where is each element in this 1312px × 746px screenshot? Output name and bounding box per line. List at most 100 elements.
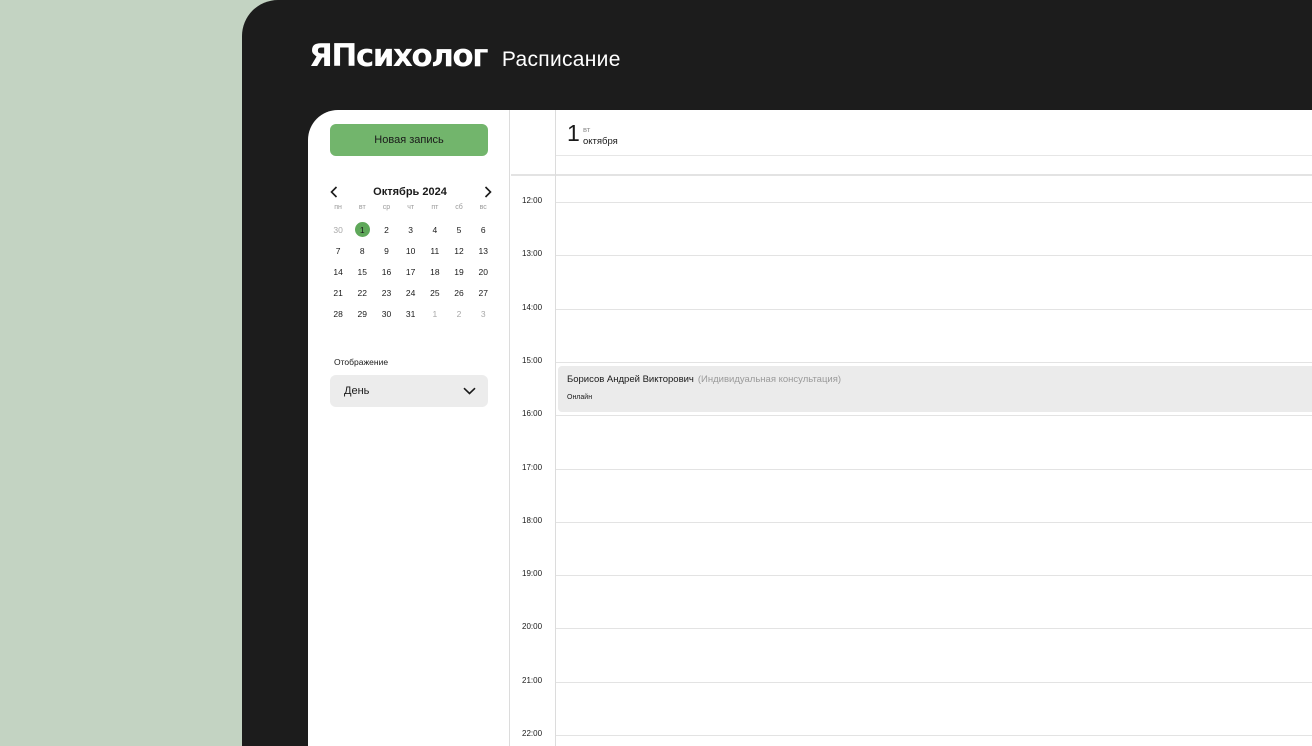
- hour-gridline: [556, 735, 1312, 736]
- calendar-day-number: 20: [478, 266, 488, 277]
- calendar-day[interactable]: 5: [447, 219, 471, 240]
- event-format: Онлайн: [567, 394, 593, 401]
- calendar-day-number: 22: [357, 287, 368, 298]
- sidebar: Новая запись Октябрь 2024 пн вт ср чт пт сб вс…: [308, 110, 510, 746]
- calendar-day[interactable]: 6: [471, 219, 495, 240]
- calendar-day[interactable]: 24: [399, 282, 423, 303]
- hour-gridline: [556, 628, 1312, 629]
- day-weekday: вт: [583, 125, 591, 134]
- calendar-day[interactable]: 7: [326, 240, 350, 261]
- calendar-day-number: 10: [405, 245, 416, 256]
- calendar-day[interactable]: 2: [374, 219, 398, 240]
- calendar-day-number: 14: [333, 266, 343, 277]
- view-mode-value: День: [344, 385, 370, 397]
- new-appointment-button[interactable]: Новая запись: [330, 124, 488, 156]
- app-window: ЯПсихолог Расписание Новая запись Октябр…: [242, 0, 1312, 746]
- calendar-day-number: 4: [432, 224, 438, 235]
- calendar-day-number: 13: [478, 245, 488, 256]
- calendar-day[interactable]: 30: [326, 219, 350, 240]
- calendar-day[interactable]: 1: [423, 303, 447, 324]
- calendar-month: Октябрь 2024: [373, 186, 447, 198]
- calendar-day[interactable]: 14: [326, 261, 350, 282]
- calendar-day-number: 5: [456, 224, 462, 235]
- hour-label: 16:00: [522, 409, 543, 418]
- view-mode-select[interactable]: День: [330, 375, 488, 407]
- hour-label: 19:00: [522, 569, 543, 578]
- calendar-day-number: 21: [333, 287, 343, 298]
- calendar-day[interactable]: 13: [471, 240, 495, 261]
- calendar-day[interactable]: 16: [374, 261, 398, 282]
- calendar-day[interactable]: 3: [399, 219, 423, 240]
- calendar-day-number: 29: [357, 308, 368, 319]
- calendar-day[interactable]: 25: [423, 282, 447, 303]
- hour-gridline: [556, 415, 1312, 416]
- calendar-day-selected[interactable]: 1: [350, 219, 374, 240]
- calendar-day[interactable]: 28: [326, 303, 350, 324]
- app-logo[interactable]: ЯПсихолог: [309, 38, 488, 74]
- calendar-day-number: 17: [405, 266, 416, 277]
- hour-gridline: [556, 202, 1312, 203]
- calendar-day-number: 7: [335, 245, 341, 256]
- hour-label: 18:00: [522, 516, 543, 525]
- calendar-day-number: 31: [405, 308, 416, 319]
- calendar-day[interactable]: 3: [471, 303, 495, 324]
- weekday-label: сб: [455, 204, 463, 211]
- day-schedule: 1 вт октября Борисов Андрей Викторович (И…: [511, 110, 1312, 746]
- calendar-day-number: 19: [454, 266, 464, 277]
- calendar-day-number: 12: [454, 245, 464, 256]
- calendar-day[interactable]: 27: [471, 282, 495, 303]
- calendar-day[interactable]: 17: [399, 261, 423, 282]
- calendar-day-number: 30: [381, 308, 392, 319]
- calendar-day[interactable]: 21: [326, 282, 350, 303]
- hour-gridline: [556, 362, 1312, 363]
- weekday-label: вт: [358, 204, 366, 211]
- calendar-day-number: 1: [432, 308, 438, 319]
- calendar-day-number: 16: [381, 266, 392, 277]
- calendar-day[interactable]: 22: [350, 282, 374, 303]
- calendar-day-number: 2: [384, 224, 389, 235]
- event-client-name: Борисов Андрей Викторович: [567, 374, 694, 385]
- calendar-day-number: 3: [480, 308, 486, 319]
- view-mode-label: Отображение: [334, 357, 389, 367]
- weekday-label: вс: [479, 204, 487, 211]
- appointment-event[interactable]: Борисов Андрей Викторович (Индивидуальная…: [558, 366, 1312, 412]
- day-header: 1 вт октября: [556, 110, 1312, 156]
- calendar-day[interactable]: 8: [350, 240, 374, 261]
- calendar-day[interactable]: 19: [447, 261, 471, 282]
- calendar-day[interactable]: 30: [374, 303, 398, 324]
- calendar-day[interactable]: 23: [374, 282, 398, 303]
- hour-label: 14:00: [522, 303, 543, 312]
- calendar-day[interactable]: 2: [447, 303, 471, 324]
- calendar-day[interactable]: 10: [399, 240, 423, 261]
- calendar-day[interactable]: 11: [423, 240, 447, 261]
- calendar-day[interactable]: 12: [447, 240, 471, 261]
- page-title: Расписание: [501, 48, 621, 71]
- calendar-day-number: 3: [408, 224, 414, 235]
- calendar-day[interactable]: 15: [350, 261, 374, 282]
- calendar-day[interactable]: 18: [423, 261, 447, 282]
- day-number: 1: [567, 120, 580, 146]
- calendar-day-number: 23: [381, 287, 392, 298]
- calendar-day-number: 30: [333, 224, 343, 235]
- weekday-label: пн: [334, 204, 342, 211]
- calendar-day[interactable]: 20: [471, 261, 495, 282]
- calendar-day-number: 15: [357, 266, 368, 277]
- mini-calendar: Октябрь 2024 пн вт ср чт пт сб вс 30 1 2 3 4 5 6 7 8 9 10…: [326, 182, 494, 324]
- calendar-day-number: 18: [430, 266, 440, 277]
- hour-gridline: [556, 309, 1312, 310]
- weekday-label: ср: [382, 204, 391, 211]
- event-title: Борисов Андрей Викторович (Индивидуальная…: [567, 374, 841, 385]
- calendar-day[interactable]: 31: [399, 303, 423, 324]
- weekday-label: чт: [407, 204, 415, 211]
- hour-gridline: [556, 682, 1312, 683]
- calendar-day[interactable]: 29: [350, 303, 374, 324]
- calendar-day-number: 11: [430, 245, 440, 256]
- calendar-day[interactable]: 26: [447, 282, 471, 303]
- calendar-day[interactable]: 9: [374, 240, 398, 261]
- chevron-right-icon[interactable]: [481, 182, 495, 202]
- calendar-day-number: 2: [456, 308, 462, 319]
- calendar-day-number: 26: [454, 287, 464, 298]
- calendar-day[interactable]: 4: [423, 219, 447, 240]
- calendar-day-number: 1: [354, 222, 370, 237]
- hour-label: 13:00: [522, 249, 543, 258]
